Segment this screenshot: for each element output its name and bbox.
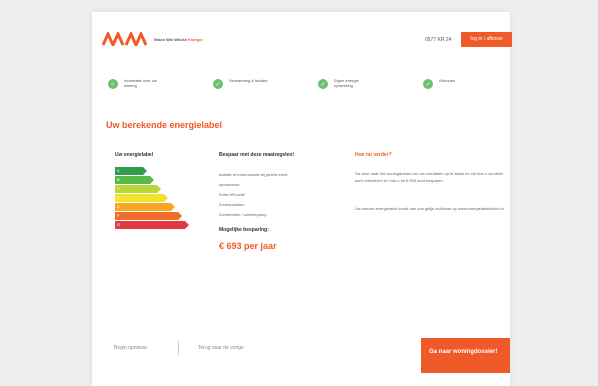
- login-button[interactable]: log in / afbouw: [461, 32, 512, 47]
- check-icon: ✓: [318, 79, 328, 89]
- step-4[interactable]: ✓ Afronden: [423, 78, 479, 89]
- step-label: Verwarming & isolatie: [229, 78, 268, 83]
- energy-bar-letter: A: [117, 168, 120, 173]
- step-1[interactable]: ✓ Informatie over uw woning: [108, 78, 164, 89]
- energy-bar-letter: E: [117, 204, 120, 209]
- check-icon: ✓: [423, 79, 433, 89]
- step-2[interactable]: ✓ Verwarming & isolatie: [213, 78, 269, 89]
- back-link[interactable]: Terug naar de vorige: [198, 345, 244, 351]
- logo-mark-icon: [102, 32, 150, 46]
- saving-value: € 693 per jaar: [219, 241, 277, 251]
- measures-list: Isolatie of extra isolatie bij gevels en…: [219, 170, 287, 220]
- energy-bar-letter: F: [117, 213, 120, 218]
- list-item: Zonneboiler / warmtepomp: [219, 212, 267, 217]
- step-label: Eigen energie opwekking: [334, 78, 359, 88]
- step-label: Informatie over uw woning: [124, 78, 157, 88]
- page-title: Uw berekende energielabel: [106, 120, 223, 130]
- logo-text-prefix: Woon Wel Wilcke: [154, 36, 187, 42]
- list-item: spouwmuur: [219, 182, 240, 187]
- energy-bar-letter: C: [117, 186, 120, 191]
- check-icon: ✓: [213, 79, 223, 89]
- footer-divider: [178, 341, 179, 355]
- saving-label: Mogelijke besparing:: [219, 227, 269, 233]
- step-label: Afronden: [439, 78, 456, 83]
- next-steps-heading: Hoe nu verder?: [355, 152, 392, 158]
- progress-steps: ✓ Informatie over uw woning ✓ Verwarming…: [108, 78, 502, 102]
- energy-label-heading: Uw energielabel: [115, 152, 154, 158]
- measures-heading: Bespaar met deze maatregelen!: [219, 152, 295, 158]
- energy-bar-g: G: [115, 221, 189, 229]
- energy-bar-c: C: [115, 185, 161, 193]
- energy-bar-letter: G: [117, 222, 121, 227]
- next-steps-paragraph-2: Uw nieuwe energielabel wordt dan ook gel…: [355, 206, 504, 211]
- energy-bar-letter: D: [117, 195, 120, 200]
- next-steps-paragraph-1: Ga door naar het woningdossier om uw res…: [355, 171, 503, 183]
- energy-bar-b: B: [115, 176, 154, 184]
- energy-label-scale: A B C D E F G: [115, 167, 189, 230]
- go-to-dossier-button[interactable]: Ga naar woningdossier!: [421, 338, 510, 373]
- page-container: Woon Wel Wilcke Energie 0577 KR 24 log i…: [92, 12, 512, 386]
- list-item: Isolatie of extra isolatie bij gevels en…: [219, 172, 288, 177]
- energy-bar-letter: B: [117, 177, 120, 182]
- logo-text: Woon Wel Wilcke Energie: [154, 37, 203, 42]
- energy-bar-e: E: [115, 203, 175, 211]
- energy-bar-a: A: [115, 167, 147, 175]
- check-icon: ✓: [108, 79, 118, 89]
- list-item: Extra HR-ketel: [219, 192, 246, 197]
- list-item: Zonnepanelen: [219, 202, 245, 207]
- brand-logo[interactable]: Woon Wel Wilcke Energie: [102, 32, 203, 46]
- step-3[interactable]: ✓ Eigen energie opwekking: [318, 78, 374, 89]
- restart-link[interactable]: Begin opnieuw: [114, 345, 147, 351]
- phone-number[interactable]: 0577 KR 24: [425, 37, 451, 43]
- logo-text-accent: Energie: [188, 36, 203, 42]
- energy-bar-f: F: [115, 212, 182, 220]
- energy-bar-d: D: [115, 194, 168, 202]
